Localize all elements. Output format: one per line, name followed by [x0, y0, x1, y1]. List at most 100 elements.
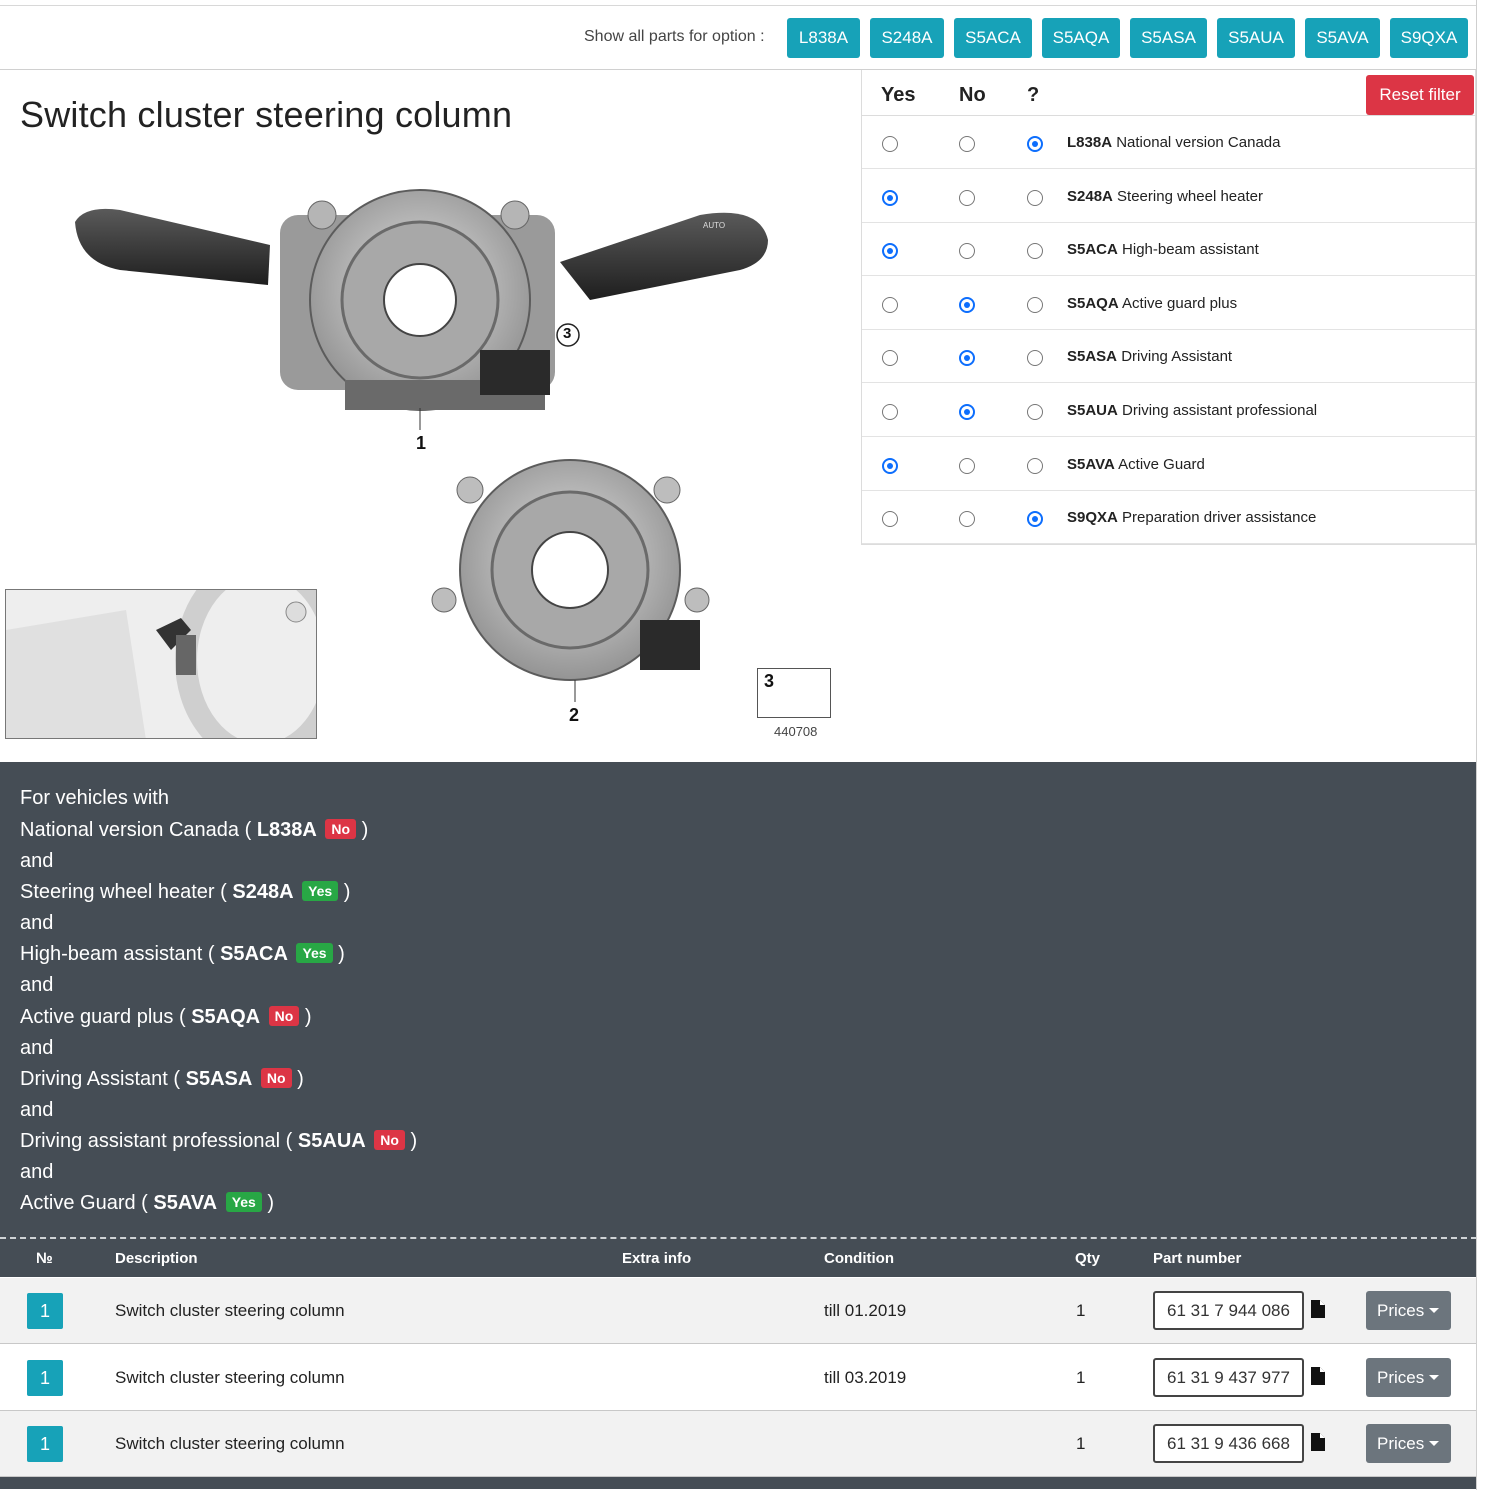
condition-code: S5AVA: [153, 1192, 218, 1215]
vehicle-location-thumbnail: [5, 589, 317, 739]
radio-yes[interactable]: [882, 136, 898, 152]
condition-value-badge: Yes: [296, 943, 333, 964]
condition-joiner: and: [20, 1098, 54, 1121]
radio-no[interactable]: [959, 243, 975, 260]
condition-value-badge: Yes: [302, 881, 339, 902]
radio-unknown[interactable]: [1027, 350, 1043, 367]
condition-joiner: and: [20, 974, 54, 997]
radio-no[interactable]: [959, 457, 975, 474]
filter-option-label: S5AQA Active guard plus: [1067, 295, 1237, 312]
option-button-s5aqa[interactable]: S5AQA: [1042, 18, 1120, 58]
prices-dropdown-button[interactable]: Prices: [1366, 1424, 1451, 1463]
filter-option-name: Steering wheel heater: [1117, 187, 1263, 205]
document-icon[interactable]: [1311, 1366, 1325, 1385]
radio-unknown[interactable]: [1027, 511, 1043, 528]
document-icon[interactable]: [1311, 1433, 1325, 1451]
switch-cluster-drawing: AUTO: [75, 189, 768, 430]
radio-yes[interactable]: [882, 243, 898, 260]
radio-no[interactable]: [959, 296, 975, 313]
radio-no[interactable]: [959, 511, 975, 528]
prices-label: Prices: [1377, 1434, 1425, 1453]
option-button-s9qxa[interactable]: S9QXA: [1390, 18, 1468, 58]
prices-label: Prices: [1377, 1301, 1425, 1320]
condition-code: S5ASA: [185, 1067, 253, 1090]
condition-code: S248A: [232, 881, 294, 904]
option-button-s5ava[interactable]: S5AVA: [1305, 18, 1380, 58]
radio-no[interactable]: [959, 350, 975, 367]
caret-down-icon: [1429, 1441, 1439, 1446]
screw-callout: 3: [764, 671, 775, 691]
option-button-s248a[interactable]: S248A: [870, 18, 944, 58]
radio-yes[interactable]: [882, 404, 898, 420]
radio-yes[interactable]: [882, 350, 898, 367]
radio-yes[interactable]: [882, 457, 898, 474]
option-button-s5asa[interactable]: S5ASA: [1130, 18, 1207, 58]
radio-unknown[interactable]: [1027, 296, 1043, 313]
row-number-badge[interactable]: 1: [27, 1359, 63, 1396]
filter-row-s5ava: S5AVA Active Guard: [862, 438, 1475, 491]
reset-filter-button[interactable]: Reset filter: [1366, 75, 1474, 115]
condition-name: Steering wheel heater: [20, 881, 215, 904]
part-number-field[interactable]: 61 31 9 437 977: [1153, 1357, 1304, 1397]
filter-option-label: S5AVA Active Guard: [1067, 456, 1205, 473]
table-row: 1 Switch cluster steering column till 01.2…: [0, 1278, 1477, 1344]
page-title: Switch cluster steering column: [20, 94, 513, 135]
radio-yes[interactable]: [882, 296, 898, 313]
filter-option-label: S248A Steering wheel heater: [1067, 188, 1263, 205]
document-icon[interactable]: [1311, 1300, 1325, 1318]
radio-unknown[interactable]: [1027, 404, 1043, 420]
filter-option-label: S5ACA High-beam assistant: [1067, 241, 1259, 258]
col-no: №: [36, 1250, 53, 1267]
filter-row-s9qxa: S9QXA Preparation driver assistance: [862, 491, 1475, 545]
filter-row-s5asa: S5ASA Driving Assistant: [862, 330, 1475, 384]
part-number-field[interactable]: 61 31 7 944 086: [1153, 1291, 1304, 1330]
prices-dropdown-button[interactable]: Prices: [1366, 1291, 1451, 1330]
table-footer-bar: [0, 1477, 1477, 1489]
filter-option-code: S5ASA: [1067, 348, 1118, 366]
filter-row-s5aua: S5AUA Driving assistant professional: [862, 384, 1475, 437]
row-number-badge[interactable]: 1: [27, 1293, 63, 1329]
radio-no[interactable]: [959, 404, 975, 420]
filter-option-label: S5ASA Driving Assistant: [1067, 348, 1232, 365]
condition-joiner: and: [20, 850, 54, 872]
option-button-s5aca[interactable]: S5ACA: [954, 18, 1032, 58]
condition-line: National version Canada ( L838A No ): [20, 819, 369, 841]
option-button-l838a[interactable]: L838A: [787, 18, 860, 58]
radio-yes[interactable]: [882, 189, 898, 206]
part-number-field[interactable]: 61 31 9 436 668: [1153, 1424, 1304, 1463]
condition-value-badge: No: [325, 819, 357, 839]
filter-option-code: S9QXA: [1067, 509, 1118, 527]
row-number-badge[interactable]: 1: [27, 1426, 63, 1462]
option-button-s5aua[interactable]: S5AUA: [1217, 18, 1295, 58]
radio-yes[interactable]: [882, 511, 898, 528]
condition-name: Driving assistant professional: [20, 1130, 281, 1152]
prices-dropdown-button[interactable]: Prices: [1366, 1357, 1451, 1397]
col-qty: Qty: [1075, 1250, 1101, 1267]
filter-option-name: Preparation driver assistance: [1122, 509, 1317, 527]
clock-spring-drawing: [431, 459, 710, 702]
condition-value-badge: No: [268, 1005, 300, 1026]
radio-unknown[interactable]: [1027, 136, 1043, 152]
filter-header: Yes No ? Reset filter: [862, 70, 1475, 116]
condition-name: High-beam assistant: [20, 943, 203, 966]
radio-no[interactable]: [959, 189, 975, 206]
filter-row-s5aqa: S5AQA Active guard plus: [862, 277, 1475, 330]
filter-option-code: S5AUA: [1067, 402, 1118, 419]
filter-option-label: S9QXA Preparation driver assistance: [1067, 509, 1316, 526]
prices-label: Prices: [1377, 1367, 1425, 1387]
filter-header-no: No: [959, 84, 986, 106]
radio-no[interactable]: [959, 136, 975, 152]
option-buttons: L838A S248A S5ACA S5AQA S5ASA S5AUA S5AV…: [787, 18, 1478, 58]
conditions-panel: For vehicles with National version Canad…: [0, 762, 1477, 1237]
filter-option-label: L838A National version Canada: [1067, 134, 1280, 151]
callout-1: 1: [416, 433, 427, 453]
col-part-number: Part number: [1153, 1250, 1242, 1267]
row-description: Switch cluster steering column: [115, 1434, 345, 1453]
callout-2: 2: [569, 705, 580, 725]
parts-table-header: № Description Extra info Condition Qty P…: [0, 1237, 1477, 1277]
radio-unknown[interactable]: [1027, 243, 1043, 260]
radio-unknown[interactable]: [1027, 189, 1043, 206]
radio-unknown[interactable]: [1027, 457, 1043, 474]
filter-header-unknown: ?: [1027, 84, 1040, 106]
condition-line: Active Guard ( S5AVA Yes ): [20, 1192, 275, 1215]
